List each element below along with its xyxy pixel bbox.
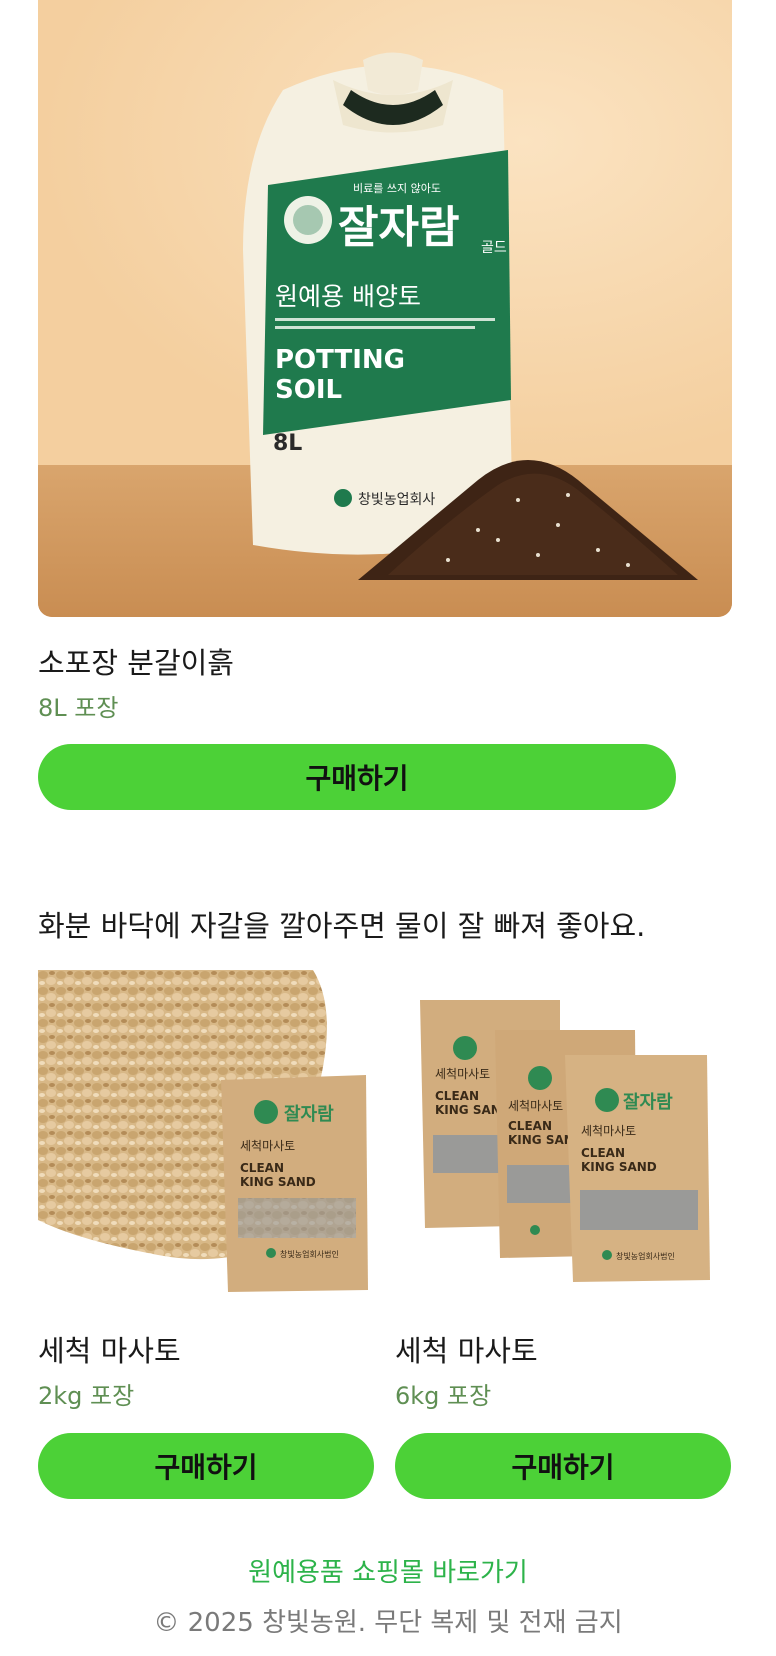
bag-english-1: POTTING bbox=[275, 345, 405, 375]
product-image-2kg[interactable]: 잘자람 세척마사토 CLEAN KING SAND 창빛농업회사법인 bbox=[38, 970, 376, 1300]
sand-bag-maker: 창빛농업회사법인 bbox=[280, 1249, 339, 1259]
bag-brand-suffix: 골드 bbox=[481, 240, 507, 256]
featured-product-title: 소포장 분갈이흙 bbox=[38, 646, 234, 680]
sand-bags-photo: 세척마사토 CLEAN KING SAND 세척마사토 CLEAN KING S… bbox=[420, 1000, 710, 1282]
sand-bag-b-english-1: CLEAN bbox=[508, 1119, 552, 1133]
buy-button-2kg[interactable]: 구매하기 bbox=[38, 1433, 374, 1499]
product-title-6kg: 세척 마사토 bbox=[395, 1334, 538, 1368]
gravel-intro-text: 화분 바닥에 자갈을 깔아주면 물이 잘 빠져 좋아요. bbox=[38, 909, 646, 943]
product-subtitle-2kg: 2kg 포장 bbox=[38, 1382, 135, 1410]
shop-link[interactable]: 원예용품 쇼핑몰 바로가기 bbox=[0, 1552, 776, 1589]
bag-brand: 잘자람 bbox=[338, 202, 459, 253]
sand-bag-a-name: 세척마사토 bbox=[435, 1067, 490, 1081]
soil-pile bbox=[358, 460, 698, 580]
sand-bag-logo-icon bbox=[254, 1100, 278, 1124]
product-image-6kg[interactable]: 세척마사토 CLEAN KING SAND 세척마사토 CLEAN KING S… bbox=[395, 970, 733, 1300]
sand-bag-c-english-2: KING SAND bbox=[581, 1160, 657, 1174]
sand-bag-english-1: CLEAN bbox=[240, 1161, 284, 1175]
sand-bag-c-logo-icon bbox=[595, 1088, 619, 1112]
sand-bag-c-brand: 잘자람 bbox=[623, 1092, 673, 1113]
featured-buy-button[interactable]: 구매하기 bbox=[38, 744, 676, 810]
bag-tagline: 비료를 쓰지 않아도 bbox=[353, 182, 441, 195]
sand-bag-english-2: KING SAND bbox=[240, 1175, 316, 1189]
product-title-2kg: 세척 마사토 bbox=[38, 1334, 181, 1368]
featured-product-subtitle: 8L 포장 bbox=[38, 694, 119, 722]
sand-bag-maker-icon bbox=[266, 1248, 276, 1258]
sand-bag-c-name: 세척마사토 bbox=[581, 1124, 636, 1138]
sand-bag-c-english-1: CLEAN bbox=[581, 1146, 625, 1160]
product-subtitle-6kg: 6kg 포장 bbox=[395, 1382, 492, 1410]
bag-kind: 원예용 배양토 bbox=[275, 282, 421, 311]
gravel-sand-photo: 잘자람 세척마사토 CLEAN KING SAND 창빛농업회사법인 bbox=[38, 970, 368, 1292]
buy-button-6kg[interactable]: 구매하기 bbox=[395, 1433, 731, 1499]
copyright-text: © 2025 창빛농원. 무단 복제 및 전재 금지 bbox=[153, 1608, 623, 1638]
sand-bag-a-english-1: CLEAN bbox=[435, 1089, 479, 1103]
bag-english-2: SOIL bbox=[275, 375, 342, 405]
featured-product-image[interactable]: 비료를 쓰지 않아도 잘자람 골드 원예용 배양토 POTTING SOIL 8… bbox=[38, 0, 732, 617]
sand-bag-c-maker: 창빛농업회사법인 bbox=[616, 1251, 675, 1261]
sand-bag-brand: 잘자람 bbox=[284, 1104, 334, 1125]
maker-logo-icon bbox=[334, 489, 352, 507]
bag-volume: 8L bbox=[273, 431, 302, 456]
sand-bag-b-name: 세척마사토 bbox=[508, 1099, 563, 1113]
sand-bag-name: 세척마사토 bbox=[240, 1139, 295, 1153]
